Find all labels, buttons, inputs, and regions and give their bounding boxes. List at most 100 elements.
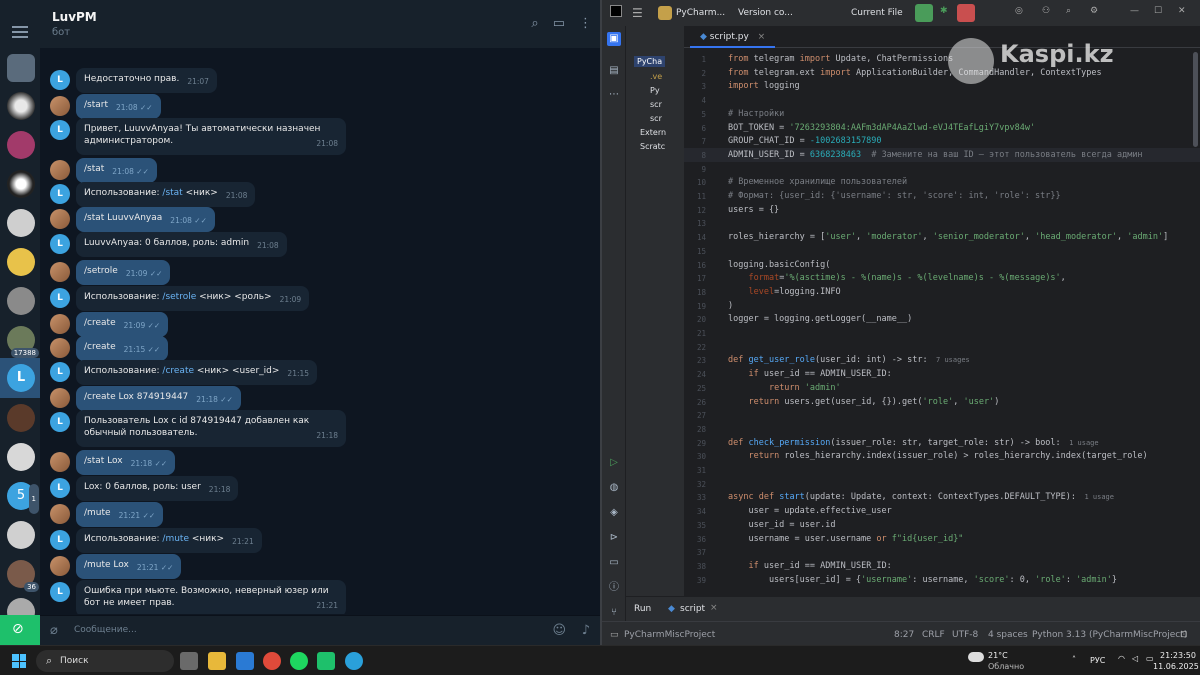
message-bubble[interactable]: /stat Lox 21:18 ✓✓	[76, 450, 176, 475]
message-bubble[interactable]: /setrole 21:09 ✓✓	[76, 260, 171, 285]
chat-avatar[interactable]: 5 1	[7, 482, 39, 514]
message-avatar[interactable]	[50, 262, 70, 282]
code-line[interactable]: return roles_hierarchy.index(issuer_role…	[728, 451, 1147, 461]
tree-item[interactable]: Py	[650, 86, 660, 95]
message-bubble[interactable]: Пользователь Lox с id 874919447 добавлен…	[76, 410, 346, 447]
tray-chevron-icon[interactable]: ˄	[1072, 655, 1076, 664]
code-line[interactable]: user_id = user.id	[728, 520, 835, 530]
message-avatar[interactable]	[50, 314, 70, 334]
message-bubble[interactable]: /create 21:09 ✓✓	[76, 312, 169, 337]
problems-icon[interactable]: ⓘ	[607, 581, 621, 595]
code-line[interactable]: if user_id == ADMIN_USER_ID:	[728, 369, 891, 379]
message-avatar[interactable]: L	[50, 478, 70, 498]
more-icon[interactable]: ⋮	[579, 16, 592, 31]
structure-icon[interactable]: ▤	[607, 64, 621, 78]
message-bubble[interactable]: /stat LuuvvAnyaa 21:08 ✓✓	[76, 207, 215, 232]
app-icon-button[interactable]: ⊘	[0, 615, 40, 645]
close-tab-icon[interactable]: ×	[758, 32, 766, 42]
tree-root[interactable]: PyCha	[634, 56, 666, 67]
run-tab[interactable]: Run	[634, 604, 651, 614]
code-line[interactable]: def check_permission(issuer_role: str, t…	[728, 438, 1099, 448]
message-avatar[interactable]: L	[50, 412, 70, 432]
message-bubble[interactable]: Использование: /mute <ник> 21:21	[76, 528, 262, 553]
usages-hint[interactable]: 1 usage	[1061, 439, 1099, 447]
search-icon[interactable]: ⌕	[1066, 6, 1071, 16]
tree-item[interactable]: scr	[650, 114, 662, 123]
attach-icon[interactable]: ⌀	[50, 623, 58, 638]
code-line[interactable]: async def start(update: Update, context:…	[728, 492, 1114, 502]
editor-scrollbar[interactable]	[1193, 52, 1198, 147]
message-bubble[interactable]: Lox: 0 баллов, роль: user 21:18	[76, 476, 239, 501]
code-line[interactable]: def get_user_role(user_id: int) -> str: …	[728, 355, 970, 365]
store-icon[interactable]	[236, 652, 254, 670]
stop-button[interactable]	[957, 4, 975, 22]
chrome-icon[interactable]	[263, 652, 281, 670]
message-input[interactable]: Сообщение...	[74, 625, 137, 635]
message-bubble[interactable]: /mute 21:21 ✓✓	[76, 502, 164, 527]
message-avatar[interactable]: L	[50, 234, 70, 254]
vcs-menu[interactable]: Version co...	[738, 8, 793, 18]
code-line[interactable]: level=logging.INFO	[728, 287, 840, 297]
run-config-dropdown[interactable]: Current File	[851, 8, 903, 18]
code-line[interactable]: # Настройки	[728, 109, 784, 119]
message-bubble[interactable]: Использование: /stat <ник> 21:08	[76, 182, 256, 207]
tab-script-py[interactable]: ◆ script.py ×	[690, 26, 776, 48]
code-line[interactable]: format='%(asctime)s - %(name)s - %(level…	[728, 273, 1065, 283]
spotify-icon[interactable]	[290, 652, 308, 670]
chat-avatar-archive[interactable]	[7, 54, 35, 82]
chat-avatar[interactable]	[7, 287, 35, 315]
lock-icon[interactable]: ⊡	[1180, 630, 1188, 640]
message-bubble[interactable]: Использование: /setrole <ник> <роль> 21:0…	[76, 286, 310, 311]
python-console-icon[interactable]: ⊳	[607, 531, 621, 545]
close-icon[interactable]: ✕	[1178, 6, 1186, 16]
close-run-tab-icon[interactable]: ×	[710, 603, 718, 613]
language-indicator[interactable]: РУС	[1090, 656, 1105, 665]
chat-avatar[interactable]	[7, 92, 35, 120]
weather-temp[interactable]: 21°C	[988, 651, 1008, 660]
message-bubble[interactable]: Использование: /create <ник> <user_id> 21…	[76, 360, 318, 385]
code-line[interactable]: return users.get(user_id, {}).get('role'…	[728, 397, 999, 407]
terminal-icon[interactable]: ▭	[607, 556, 621, 570]
settings-icon[interactable]: ⚙	[1090, 6, 1098, 16]
chat-avatar[interactable]	[7, 209, 35, 237]
pycharm-taskbar-icon[interactable]	[317, 652, 335, 670]
command-link[interactable]: /create	[162, 366, 194, 376]
message-avatar[interactable]: L	[50, 362, 70, 382]
git-icon[interactable]: ⑂	[607, 606, 621, 620]
message-avatar[interactable]	[50, 209, 70, 229]
maximize-icon[interactable]: ☐	[1154, 6, 1162, 16]
status-breadcrumb[interactable]: PyCharmMiscProject	[624, 630, 715, 640]
chat-avatar-selected[interactable]: L	[0, 358, 40, 398]
chat-avatar[interactable]	[7, 131, 35, 159]
caret-position[interactable]: 8:27	[894, 630, 914, 640]
telegram-taskbar-icon[interactable]	[345, 652, 363, 670]
tree-item[interactable]: Extern	[640, 128, 666, 137]
code-line[interactable]: username = user.username or f"id{user_id…	[728, 534, 963, 544]
clock-time[interactable]: 21:23:50	[1160, 651, 1196, 660]
code-editor[interactable]: 1 from telegram import Update, ChatPermis…	[684, 48, 1200, 596]
command-link[interactable]: /mute	[162, 534, 189, 544]
message-bubble[interactable]: /start 21:08 ✓✓	[76, 94, 161, 119]
chat-avatar[interactable]: 17388	[7, 326, 39, 358]
services-icon[interactable]: ◍	[607, 481, 621, 495]
mic-icon[interactable]: ♪	[582, 623, 590, 638]
more-tools-icon[interactable]: ⋯	[607, 88, 621, 102]
message-bubble[interactable]: /create 21:15 ✓✓	[76, 336, 169, 361]
message-bubble[interactable]: /stat 21:08 ✓✓	[76, 158, 157, 183]
command-link[interactable]: /stat	[162, 188, 182, 198]
project-tool-icon[interactable]: ▣	[607, 32, 621, 46]
tree-item[interactable]: scr	[650, 100, 662, 109]
code-line[interactable]: logging.basicConfig(	[728, 260, 830, 270]
message-avatar[interactable]: L	[50, 120, 70, 140]
code-line[interactable]: # Временное хранилище пользователей	[728, 177, 907, 187]
project-menu[interactable]: PyCharm...	[676, 8, 725, 18]
message-avatar[interactable]	[50, 160, 70, 180]
rerun-button[interactable]	[915, 4, 933, 22]
tree-item[interactable]: Scratc	[640, 142, 665, 151]
minimize-icon[interactable]: —	[1130, 6, 1139, 16]
usages-hint[interactable]: 1 usage	[1076, 493, 1114, 501]
code-line[interactable]: from telegram import Update, ChatPermiss…	[728, 54, 953, 64]
volume-icon[interactable]: ◁	[1132, 654, 1138, 663]
packages-icon[interactable]: ◈	[607, 506, 621, 520]
indent-setting[interactable]: 4 spaces	[988, 630, 1028, 640]
